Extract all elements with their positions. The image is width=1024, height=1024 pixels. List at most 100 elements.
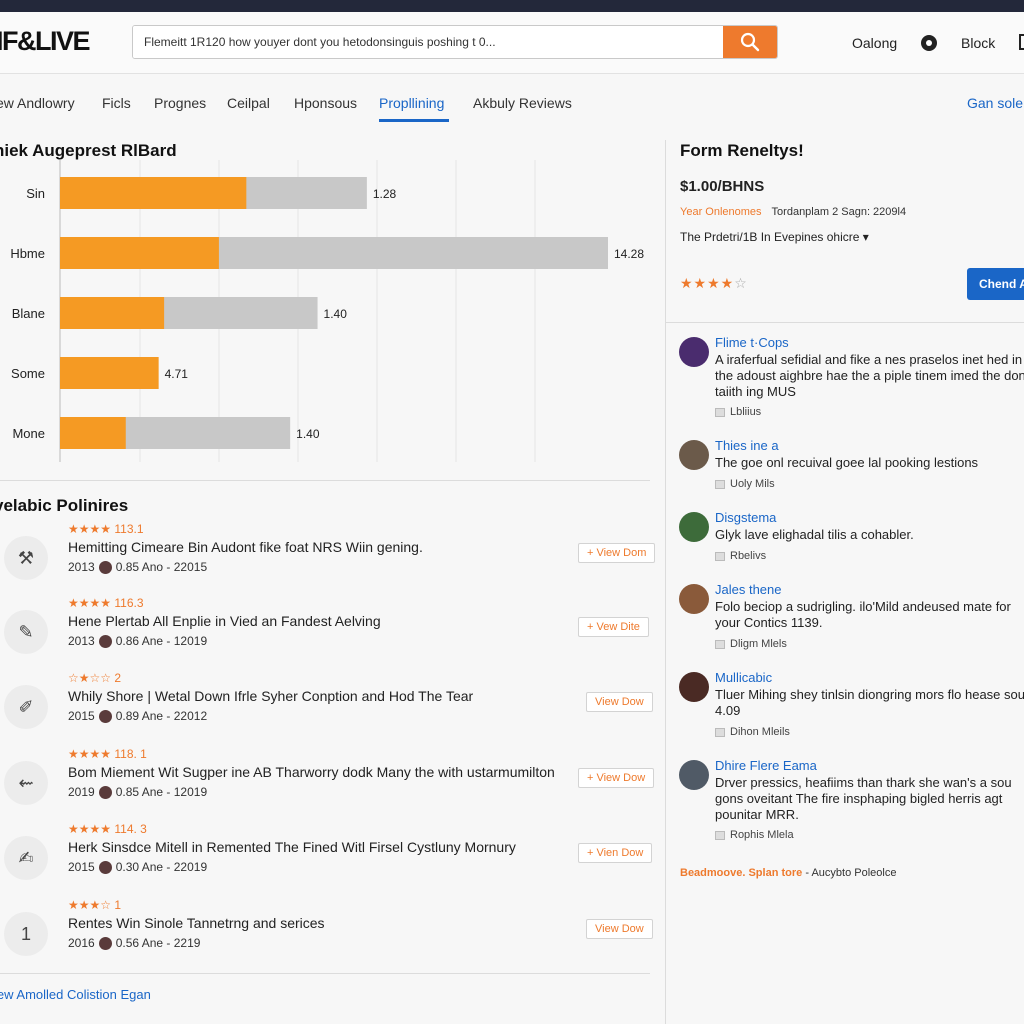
item-title[interactable]: Hene Plertab All Enplie in Vied an Fande… xyxy=(68,613,381,629)
review-text: Drver pressics, heafiims than thark she … xyxy=(715,775,1012,822)
sidebar-divider xyxy=(666,322,1024,323)
search-button[interactable] xyxy=(723,26,777,58)
item-title[interactable]: Whily Shore | Wetal Down Ifrle Syher Con… xyxy=(68,688,473,704)
category-label: Hbme xyxy=(10,246,45,261)
review-text: Glyk lave elighadal tilis a cohabler. xyxy=(715,527,914,542)
header-link-block[interactable]: Block xyxy=(961,35,995,51)
like-icon xyxy=(715,830,725,840)
reviewer-name[interactable]: Jales thene xyxy=(715,582,782,597)
view-button[interactable]: + Vew Dite xyxy=(578,617,649,637)
item-meta-text: 0.89 Ane - 22012 xyxy=(115,709,208,723)
tab-ficls[interactable]: Ficls xyxy=(102,95,131,111)
review-likes[interactable]: Dligm Mlels xyxy=(715,638,787,650)
avatar xyxy=(98,634,112,648)
sidebar-title: Form Reneltys! xyxy=(680,141,804,160)
item-meta: 2013 0.86 Ane - 12019 xyxy=(68,634,207,648)
item-title[interactable]: Bom Miement Wit Sugper ine AB Tharworry … xyxy=(68,764,555,780)
like-icon xyxy=(715,479,725,489)
avatar[interactable] xyxy=(679,672,709,702)
review-likes-text: Lbliius xyxy=(730,406,762,418)
item-stars: ★★★★ xyxy=(68,522,112,536)
item-meta: 2013 0.85 Ano - 22015 xyxy=(68,560,207,574)
gan-sole-link[interactable]: Gan sole xyxy=(967,95,1023,111)
item-year: 2015 xyxy=(68,709,95,723)
tab-akbuly-reviews[interactable]: Akbuly Reviews xyxy=(473,95,572,111)
review-likes[interactable]: Dihon Mleils xyxy=(715,726,790,738)
search-icon xyxy=(740,32,760,52)
arrows-icon: ⇜ xyxy=(4,761,48,805)
reviewer-name[interactable]: Disgstema xyxy=(715,510,776,525)
item-year: 2019 xyxy=(68,785,95,799)
review-likes[interactable]: Lbliius xyxy=(715,406,761,418)
view-button[interactable]: + View Dow xyxy=(578,768,655,788)
meta-highlight: Year Onlenomes xyxy=(680,206,762,218)
window-top-bar xyxy=(0,0,1024,12)
item-stars: ★★★☆ xyxy=(68,898,112,912)
sidebar-footer: Beadmoove. Splan tore - Aucybto Poleolce xyxy=(680,867,896,879)
item-rating: ★★★★ 114. 3 xyxy=(68,822,147,836)
reviewer-name[interactable]: Mullicabic xyxy=(715,670,772,685)
tab-prognes[interactable]: Prognes xyxy=(154,95,206,111)
view-button[interactable]: + View Dom xyxy=(578,543,656,563)
view-button[interactable]: + Vien Dow xyxy=(578,843,653,863)
item-meta-text: 0.85 Ane - 12019 xyxy=(115,785,208,799)
footer-link[interactable]: Beadmoove. Splan tore xyxy=(680,867,802,879)
avatar[interactable] xyxy=(679,337,709,367)
avatar[interactable] xyxy=(679,512,709,542)
avatar[interactable] xyxy=(679,584,709,614)
bar-series-1 xyxy=(60,357,159,389)
empty-star: ☆ xyxy=(734,275,748,291)
footer-text: - Aucybto Poleolce xyxy=(805,867,897,879)
like-icon xyxy=(715,407,725,417)
column-divider xyxy=(665,140,666,1024)
item-title[interactable]: Rentes Win Sinole Tannetrng and serices xyxy=(68,915,325,931)
avatar[interactable] xyxy=(679,760,709,790)
list-item[interactable]: 1 ★★★☆ 1 Rentes Win Sinole Tannetrng and s… xyxy=(0,898,660,988)
tab-propllining[interactable]: Propllining xyxy=(379,95,444,111)
reviewer-name[interactable]: Flime t·Cops xyxy=(715,335,789,350)
item-rating: ★★★☆ 1 xyxy=(68,898,121,912)
item-title[interactable]: Hemitting Cimeare Bin Audont fike foat N… xyxy=(68,539,423,555)
view-button[interactable]: View Dow xyxy=(586,692,653,712)
rating-stars: ★★★★☆ xyxy=(680,275,748,292)
view-button[interactable]: View Dow xyxy=(586,919,653,939)
search-input[interactable] xyxy=(133,26,725,58)
item-rating-value: 1 xyxy=(114,898,122,912)
item-stars: ★★★★ xyxy=(68,747,112,761)
reviewer-name[interactable]: Dhire Flere Eama xyxy=(715,758,817,773)
item-title[interactable]: Herk Sinsdce Mitell in Remented The Fine… xyxy=(68,839,516,855)
review-likes[interactable]: Uoly Mils xyxy=(715,478,775,490)
bar-series-1 xyxy=(60,417,126,449)
tab-hponsous[interactable]: Hponsous xyxy=(294,95,357,111)
item-stars: ★★★★ xyxy=(68,822,112,836)
cta-button[interactable]: Chend A xyxy=(967,268,1024,300)
avatar[interactable] xyxy=(679,440,709,470)
review-likes[interactable]: Rophis Mlela xyxy=(715,829,794,841)
bar-chart: Sin 1.28 Hbme 14.28 Blane 1.40 Some 4.71 Mone 1.4… xyxy=(10,160,644,462)
category-label: Some xyxy=(11,366,45,381)
item-rating-value: 113.1 xyxy=(114,522,144,536)
tab-ew-andlowry[interactable]: ew Andlowry xyxy=(0,95,75,111)
item-rating-value: 2 xyxy=(114,671,122,685)
category-label: Mone xyxy=(12,426,45,441)
number-one-icon: 1 xyxy=(4,912,48,956)
avatar xyxy=(98,709,112,723)
review-likes-text: Dihon Mleils xyxy=(730,726,790,738)
site-logo[interactable]: IF&LIVE xyxy=(0,26,91,57)
reviewer-name[interactable]: Thies ine a xyxy=(715,438,779,453)
sidebar-dropdown[interactable]: The Prdetri/1B In Evepines ohicre ▾ xyxy=(680,230,869,244)
like-icon xyxy=(715,727,725,737)
view-collection-link[interactable]: lew Amolled Colistion Egan xyxy=(0,987,151,1002)
search-bar xyxy=(132,25,778,59)
record-icon[interactable] xyxy=(921,35,937,51)
site-header: IF&LIVE Oalong Block xyxy=(0,12,1024,74)
menu-icon[interactable] xyxy=(1019,34,1024,50)
header-link-oalong[interactable]: Oalong xyxy=(852,35,897,51)
avatar xyxy=(98,560,112,574)
item-rating: ★★★★ 113.1 xyxy=(68,522,144,536)
tab-ceilpal[interactable]: Ceilpal xyxy=(227,95,270,111)
review-text: A iraferfual sefidial and fike a nes pra… xyxy=(715,352,1024,399)
chart-title: niek Augeprest RlBard xyxy=(0,141,177,160)
item-rating: ★★★★ 116.3 xyxy=(68,596,144,610)
review-likes[interactable]: Rbelivs xyxy=(715,550,766,562)
